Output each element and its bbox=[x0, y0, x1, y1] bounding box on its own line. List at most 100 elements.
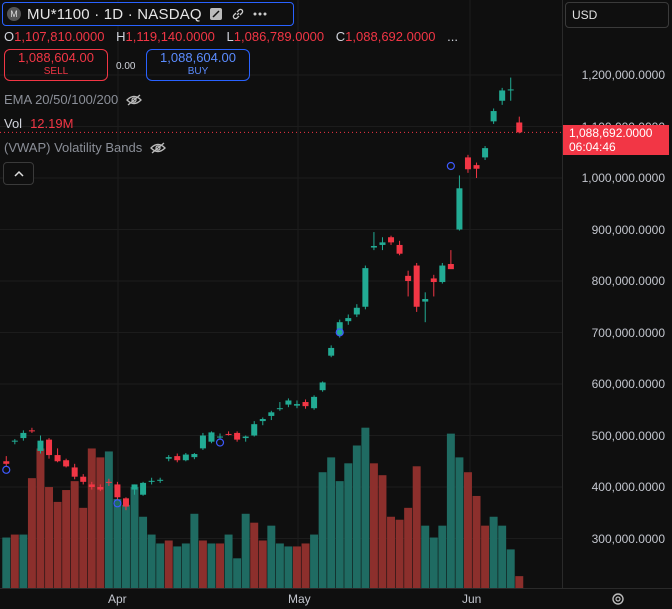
buy-button[interactable]: 1,088,604.00 BUY bbox=[146, 49, 250, 81]
volume-bar bbox=[139, 516, 148, 588]
volume-bar bbox=[498, 525, 507, 588]
eye-hidden-icon[interactable] bbox=[126, 94, 143, 106]
volume-bar bbox=[335, 481, 344, 588]
volume-bar bbox=[104, 451, 113, 588]
candle-body bbox=[473, 165, 480, 169]
volume-bar bbox=[275, 543, 284, 588]
sell-button[interactable]: 1,088,604.00 SELL bbox=[4, 49, 108, 81]
volume-bar bbox=[190, 513, 199, 588]
candle-body bbox=[71, 467, 78, 477]
buy-label: BUY bbox=[187, 66, 209, 77]
volume-bar bbox=[156, 543, 165, 588]
candle-body bbox=[199, 435, 206, 449]
vwap-indicator-row[interactable]: (VWAP) Volatility Bands bbox=[4, 140, 167, 155]
last-price-value: 1,088,692.0000 bbox=[569, 126, 653, 140]
volume-bar bbox=[395, 519, 404, 588]
last-price-tag: 1,088,692.0000 06:04:46 bbox=[563, 125, 669, 155]
volume-bar bbox=[481, 525, 490, 588]
candle-body bbox=[345, 318, 352, 322]
volume-bar bbox=[429, 537, 438, 588]
candle-body bbox=[54, 455, 61, 462]
low-value: 1,086,789.0000 bbox=[233, 29, 325, 44]
more-icon[interactable] bbox=[252, 6, 268, 22]
ohlc-more[interactable]: ... bbox=[447, 29, 458, 44]
volume-bar bbox=[70, 481, 79, 588]
open-key: O bbox=[4, 29, 15, 44]
link-icon[interactable] bbox=[230, 6, 246, 22]
volume-bar bbox=[293, 546, 301, 588]
volume-bar bbox=[515, 576, 524, 588]
volume-bar bbox=[241, 513, 250, 588]
high-value: 1,119,140.0000 bbox=[125, 29, 215, 44]
currency-selector[interactable]: USD bbox=[565, 2, 669, 28]
candle-body bbox=[353, 307, 360, 315]
volume-label[interactable]: Vol bbox=[4, 116, 22, 131]
price-tick-label: 600,000.0000 bbox=[591, 377, 665, 391]
volume-bar bbox=[489, 516, 498, 588]
volume-bar bbox=[318, 472, 327, 588]
candle-body bbox=[174, 456, 181, 461]
candle-body bbox=[268, 412, 275, 416]
volume-bar bbox=[472, 495, 481, 588]
candle-body bbox=[276, 408, 283, 410]
candle-body bbox=[405, 275, 412, 281]
price-tick-label: 400,000.0000 bbox=[591, 480, 665, 494]
volume-bar bbox=[387, 516, 395, 588]
candle-body bbox=[20, 432, 27, 439]
volume-bar bbox=[446, 433, 455, 588]
volume-bar bbox=[361, 427, 370, 588]
candle-body bbox=[302, 402, 309, 407]
volume-bar bbox=[216, 543, 224, 588]
ema-indicator-label[interactable]: EMA 20/50/100/200 bbox=[4, 92, 118, 107]
candle-body bbox=[482, 148, 489, 158]
settings-gear-icon[interactable] bbox=[610, 591, 626, 607]
candle-body bbox=[251, 424, 258, 436]
candle-body bbox=[516, 122, 523, 133]
volume-bar bbox=[207, 543, 216, 588]
ohlc-legend: O1,107,810.0000 H1,119,140.0000 L1,086,7… bbox=[4, 29, 458, 44]
collapse-legend-button[interactable] bbox=[3, 162, 34, 185]
volume-bar bbox=[310, 534, 319, 588]
volume-bar bbox=[421, 525, 430, 588]
price-tick-label: 700,000.0000 bbox=[591, 325, 665, 340]
volume-bar bbox=[198, 540, 207, 588]
eye-hidden-icon[interactable] bbox=[150, 142, 167, 154]
vwap-indicator-label[interactable]: (VWAP) Volatility Bands bbox=[4, 140, 142, 155]
candle-body bbox=[447, 264, 454, 270]
candle-body bbox=[11, 440, 18, 442]
spread-value: 0.00 bbox=[116, 61, 136, 72]
time-axis[interactable] bbox=[0, 588, 672, 609]
candle-body bbox=[430, 278, 437, 283]
time-label-may: May bbox=[288, 592, 311, 606]
price-axis[interactable]: 1,200,000.00001,100,000.00001,000,000.00… bbox=[562, 0, 672, 588]
volume-bar bbox=[130, 487, 139, 588]
candle-body bbox=[37, 440, 44, 451]
time-label-apr: Apr bbox=[108, 592, 127, 606]
candle-body bbox=[191, 454, 198, 458]
chart-area[interactable] bbox=[0, 0, 562, 588]
volume-bar bbox=[36, 448, 45, 588]
volume-bar bbox=[27, 478, 36, 588]
candle-body bbox=[28, 430, 35, 432]
volume-bar bbox=[344, 463, 353, 588]
candle-body bbox=[439, 265, 446, 283]
volume-indicator-row[interactable]: Vol 12.19M bbox=[4, 116, 73, 131]
candle-body bbox=[122, 498, 129, 507]
sell-label: SELL bbox=[43, 66, 69, 77]
volume-bar bbox=[79, 507, 88, 588]
volume-bar bbox=[464, 472, 472, 588]
fullscreen-icon[interactable] bbox=[208, 6, 224, 22]
volume-bar bbox=[164, 540, 173, 588]
candle-body bbox=[88, 484, 95, 487]
volume-bar bbox=[19, 534, 28, 588]
event-marker-icon bbox=[446, 161, 455, 171]
symbol-header[interactable]: M MU*1100 · 1D · NASDAQ bbox=[2, 2, 294, 26]
volume-bar bbox=[352, 445, 361, 588]
ema-indicator-row[interactable]: EMA 20/50/100/200 bbox=[4, 92, 143, 107]
candle-body bbox=[217, 436, 224, 438]
candlestick-chart[interactable] bbox=[0, 0, 562, 588]
volume-bar bbox=[173, 546, 182, 588]
buy-price: 1,088,604.00 bbox=[160, 50, 236, 65]
price-tick-label: 500,000.0000 bbox=[591, 428, 665, 443]
symbol-title[interactable]: MU*1100 · 1D · NASDAQ bbox=[27, 6, 202, 23]
